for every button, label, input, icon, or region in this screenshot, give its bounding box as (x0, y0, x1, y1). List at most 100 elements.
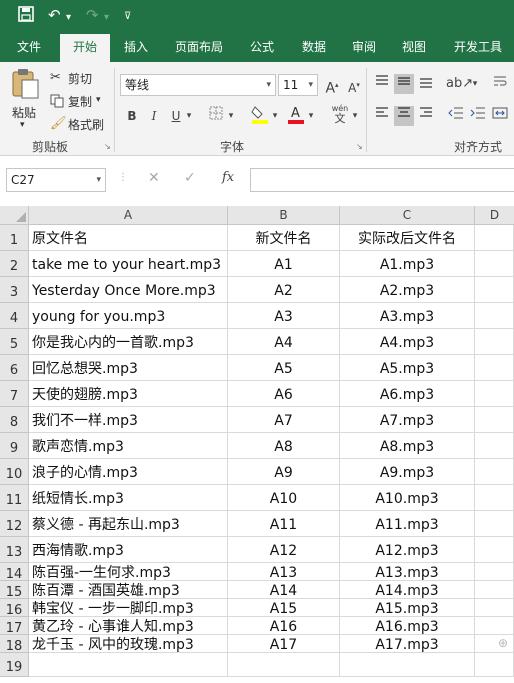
font-name-select[interactable]: 等线 ▾ (120, 74, 276, 96)
increase-indent-icon[interactable] (468, 106, 488, 126)
align-right-icon[interactable] (416, 106, 436, 126)
cell-d[interactable] (475, 225, 514, 251)
tab-page-layout[interactable]: 页面布局 (166, 32, 232, 62)
column-header-c[interactable]: C (340, 206, 475, 225)
tab-insert[interactable]: 插入 (114, 32, 158, 62)
row-header[interactable]: 16 (0, 599, 29, 618)
cut-button[interactable]: 剪切 (68, 70, 92, 87)
cell-c[interactable]: A13.mp3 (340, 563, 475, 581)
formula-input[interactable] (250, 168, 514, 192)
cell-a[interactable]: 歌声恋情.mp3 (29, 433, 228, 459)
cell-b[interactable]: A14 (228, 581, 340, 599)
cell-a[interactable]: 回忆总想哭.mp3 (29, 355, 228, 381)
undo-icon[interactable]: ↶ (48, 6, 61, 24)
cell-b[interactable]: A15 (228, 599, 340, 617)
align-left-icon[interactable] (372, 106, 392, 126)
cell-d[interactable] (475, 303, 514, 329)
cell-b[interactable]: 新文件名 (228, 225, 340, 251)
orientation-dropdown-icon[interactable]: ▾ (470, 74, 480, 94)
cell-b[interactable]: A17 (228, 635, 340, 653)
cell-b[interactable]: A6 (228, 381, 340, 407)
cell-b[interactable]: A3 (228, 303, 340, 329)
underline-dropdown-icon[interactable]: ▾ (184, 106, 194, 126)
cell-a[interactable]: young for you.mp3 (29, 303, 228, 329)
cell-d[interactable] (475, 459, 514, 485)
cell-b[interactable]: A9 (228, 459, 340, 485)
phonetic-icon[interactable]: wén 文 (330, 104, 350, 124)
cell-a[interactable]: 原文件名 (29, 225, 228, 251)
undo-dropdown-icon[interactable]: ▾ (66, 9, 71, 27)
cell-b[interactable]: A16 (228, 617, 340, 635)
cell-b[interactable]: A5 (228, 355, 340, 381)
row-header[interactable]: 13 (0, 537, 29, 563)
cell-c[interactable]: A8.mp3 (340, 433, 475, 459)
fill-color-icon[interactable] (250, 104, 270, 124)
format-painter-button[interactable]: 格式刷 (68, 116, 104, 133)
cell-c[interactable]: A9.mp3 (340, 459, 475, 485)
cell-b[interactable]: A7 (228, 407, 340, 433)
align-middle-icon[interactable] (394, 74, 414, 94)
cell-a[interactable]: Yesterday Once More.mp3 (29, 277, 228, 303)
row-header[interactable]: 14 (0, 563, 29, 582)
cell-d[interactable] (475, 277, 514, 303)
row-header[interactable]: 6 (0, 355, 29, 381)
cell-c[interactable]: A2.mp3 (340, 277, 475, 303)
drag-handle-icon[interactable]: ⋮ (118, 172, 128, 183)
name-box[interactable]: C27 ▾ (6, 168, 106, 192)
paste-dropdown-icon[interactable]: ▾ (20, 120, 25, 130)
redo-icon[interactable]: ↷ (86, 6, 99, 24)
paste-button[interactable]: 粘贴 (12, 104, 36, 121)
cell-c[interactable]: A5.mp3 (340, 355, 475, 381)
border-dropdown-icon[interactable]: ▾ (226, 106, 236, 126)
row-header[interactable]: 8 (0, 407, 29, 433)
cell-a[interactable]: 我们不一样.mp3 (29, 407, 228, 433)
row-header[interactable]: 19 (0, 653, 29, 677)
row-header[interactable]: 15 (0, 581, 29, 600)
cell-c[interactable]: A16.mp3 (340, 617, 475, 635)
font-size-select[interactable]: 11 ▾ (278, 74, 318, 96)
align-bottom-icon[interactable] (416, 74, 436, 94)
copy-dropdown-icon[interactable]: ▾ (96, 95, 101, 105)
cell-a[interactable]: 你是我心内的一首歌.mp3 (29, 329, 228, 355)
cell-d[interactable] (475, 563, 514, 581)
tab-view[interactable]: 视图 (392, 32, 436, 62)
cell-d[interactable] (475, 407, 514, 433)
tab-formulas[interactable]: 公式 (240, 32, 284, 62)
cell-a[interactable]: 黄乙玲 - 心事谁人知.mp3 (29, 617, 228, 635)
fill-color-dropdown-icon[interactable]: ▾ (270, 106, 280, 126)
align-center-icon[interactable] (394, 106, 414, 126)
cell-d[interactable] (475, 537, 514, 563)
copy-icon[interactable] (50, 94, 64, 111)
phonetic-dropdown-icon[interactable]: ▾ (350, 106, 360, 126)
cell-d[interactable] (475, 381, 514, 407)
border-icon[interactable] (206, 106, 226, 126)
font-launcher-icon[interactable]: ↘ (356, 142, 363, 151)
cut-icon[interactable]: ✂ (50, 70, 61, 85)
wrap-text-icon[interactable] (490, 74, 510, 94)
underline-button[interactable]: U (166, 106, 186, 126)
row-header[interactable]: 12 (0, 511, 29, 537)
cell-a[interactable]: 蔡义德 - 再起东山.mp3 (29, 511, 228, 537)
cell-d[interactable] (475, 617, 514, 635)
cell-c[interactable]: A12.mp3 (340, 537, 475, 563)
cell-a[interactable]: 陈百强-一生何求.mp3 (29, 563, 228, 581)
cell-d[interactable] (475, 653, 514, 677)
merge-center-icon[interactable] (490, 106, 510, 126)
cell-b[interactable]: A10 (228, 485, 340, 511)
row-header[interactable]: 5 (0, 329, 29, 355)
cell-d[interactable] (475, 329, 514, 355)
cancel-icon[interactable]: ✕ (148, 170, 160, 186)
tab-review[interactable]: 审阅 (342, 32, 386, 62)
cell-b[interactable]: A1 (228, 251, 340, 277)
format-painter-icon[interactable]: 🖌 (50, 116, 67, 131)
cell-a[interactable]: 龙千玉 - 风中的玫瑰.mp3 (29, 635, 228, 653)
cell-c[interactable]: A4.mp3 (340, 329, 475, 355)
chevron-down-icon[interactable]: ⊽ (124, 8, 131, 26)
clipboard-launcher-icon[interactable]: ↘ (104, 142, 111, 151)
shrink-font-button[interactable]: A▾ (344, 75, 364, 95)
cell-b[interactable]: A11 (228, 511, 340, 537)
cell-d[interactable] (475, 485, 514, 511)
row-header[interactable]: 7 (0, 381, 29, 407)
copy-button[interactable]: 复制 (68, 93, 92, 110)
align-top-icon[interactable] (372, 74, 392, 94)
